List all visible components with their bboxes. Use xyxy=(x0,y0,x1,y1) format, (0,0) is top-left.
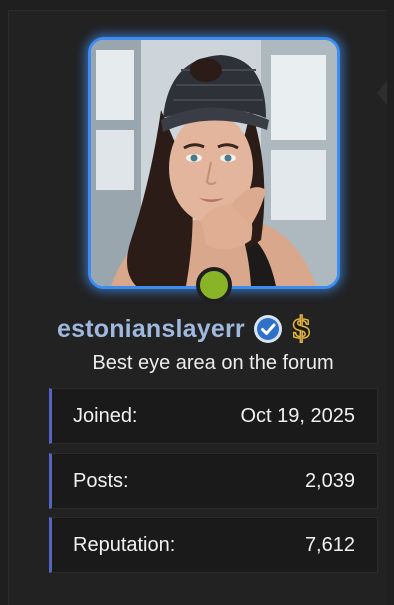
stat-posts-value: 2,039 xyxy=(304,469,355,492)
stat-joined: Joined: Oct 19, 2025 xyxy=(49,388,378,444)
username-row: estonianslayerr $ xyxy=(57,312,312,346)
stat-posts-label: Posts: xyxy=(73,469,129,492)
stat-posts[interactable]: Posts: 2,039 xyxy=(49,453,378,509)
panel-notch xyxy=(377,81,387,105)
avatar[interactable] xyxy=(88,37,340,289)
stat-joined-label: Joined: xyxy=(73,404,138,427)
online-status-indicator xyxy=(196,267,232,303)
stat-reputation[interactable]: Reputation: 7,612 xyxy=(49,517,378,573)
stat-reputation-label: Reputation: xyxy=(73,533,176,556)
stat-joined-value: Oct 19, 2025 xyxy=(240,404,355,427)
avatar-image xyxy=(91,40,337,286)
verified-check-icon xyxy=(253,315,282,343)
dollar-sign-icon: $ xyxy=(290,311,312,346)
user-tagline: Best eye area on the forum xyxy=(92,352,334,374)
profile-card-frame: estonianslayerr $ Best eye area on the f… xyxy=(0,0,394,605)
username[interactable]: estonianslayerr xyxy=(57,315,245,344)
stat-reputation-value: 7,612 xyxy=(304,533,355,556)
